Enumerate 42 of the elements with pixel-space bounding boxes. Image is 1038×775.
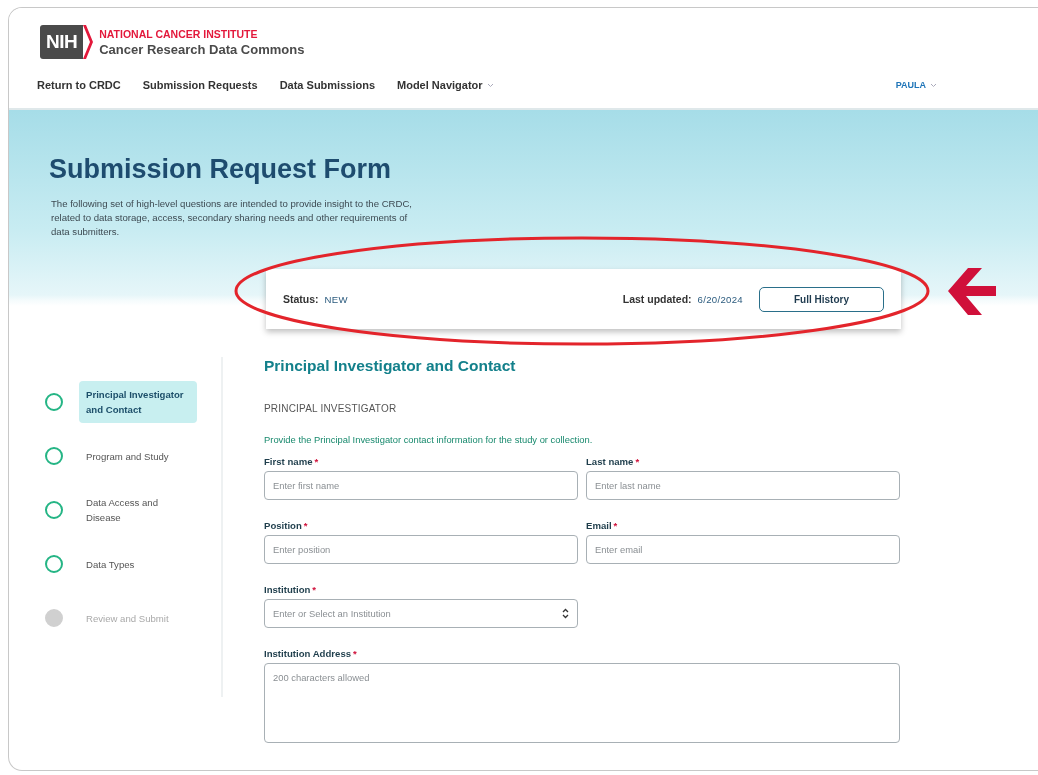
site-title: Cancer Research Data Commons bbox=[99, 41, 305, 57]
instruction-text: Provide the Principal Investigator contact information for the study or collection. bbox=[264, 434, 594, 445]
required-mark: * bbox=[303, 520, 308, 531]
required-mark: * bbox=[314, 456, 319, 467]
required-mark: * bbox=[635, 456, 640, 467]
updated-date: 6/20/2024 bbox=[697, 293, 743, 305]
user-menu[interactable]: PAULA bbox=[895, 80, 937, 90]
field-label: Institution bbox=[264, 584, 311, 595]
field-label: Position bbox=[264, 520, 302, 531]
field-label: First name bbox=[264, 456, 313, 467]
text-field[interactable]: Enter position bbox=[264, 535, 578, 564]
field-label: Email bbox=[586, 520, 612, 531]
updated-label: Last updated: bbox=[622, 293, 692, 305]
text-field[interactable]: Enter first name bbox=[264, 471, 578, 500]
nav-link[interactable]: Data Submissions bbox=[279, 79, 375, 91]
nih-logo: NIH bbox=[40, 25, 94, 59]
arrow-icon bbox=[948, 268, 996, 315]
required-mark: * bbox=[312, 584, 317, 595]
nav-link[interactable]: Return to CRDC bbox=[37, 79, 121, 91]
field-label: Last name bbox=[586, 456, 634, 467]
status-label: Status: bbox=[283, 293, 319, 305]
sort-arrows-icon bbox=[562, 608, 569, 619]
step-link[interactable]: Data Access and Disease bbox=[79, 489, 197, 531]
step-link[interactable]: Principal Investigator and Contact bbox=[79, 381, 197, 423]
nav-link[interactable]: Submission Requests bbox=[142, 79, 258, 91]
page-description: The following set of high-level questions are intended to provide insight to the CRDC, related to data storage, access, secondary sharing needs and other requirements of data submitters. bbox=[51, 197, 413, 239]
agency-name: NATIONAL CANCER INSTITUTE bbox=[99, 27, 259, 40]
field-label: Institution Address bbox=[264, 648, 352, 659]
step-link[interactable]: Program and Study bbox=[79, 442, 197, 470]
text-field[interactable]: Enter email bbox=[586, 535, 900, 564]
nav-link[interactable]: Model Navigator bbox=[397, 79, 494, 91]
required-mark: * bbox=[353, 648, 357, 659]
status-value: NEW bbox=[324, 293, 348, 305]
step-link[interactable]: Data Types bbox=[79, 550, 197, 578]
full-history-button[interactable]: Full History bbox=[759, 286, 884, 312]
section-title: Principal Investigator and Contact bbox=[264, 357, 517, 375]
select-field[interactable]: Enter or Select an Institution bbox=[264, 599, 578, 628]
section-subheading: PRINCIPAL INVESTIGATOR bbox=[264, 403, 398, 414]
text-field[interactable]: Enter last name bbox=[586, 471, 900, 500]
page-title: Submission Request Form bbox=[49, 154, 393, 185]
required-mark: * bbox=[613, 520, 618, 531]
address-field[interactable]: 200 characters allowed bbox=[264, 663, 900, 743]
